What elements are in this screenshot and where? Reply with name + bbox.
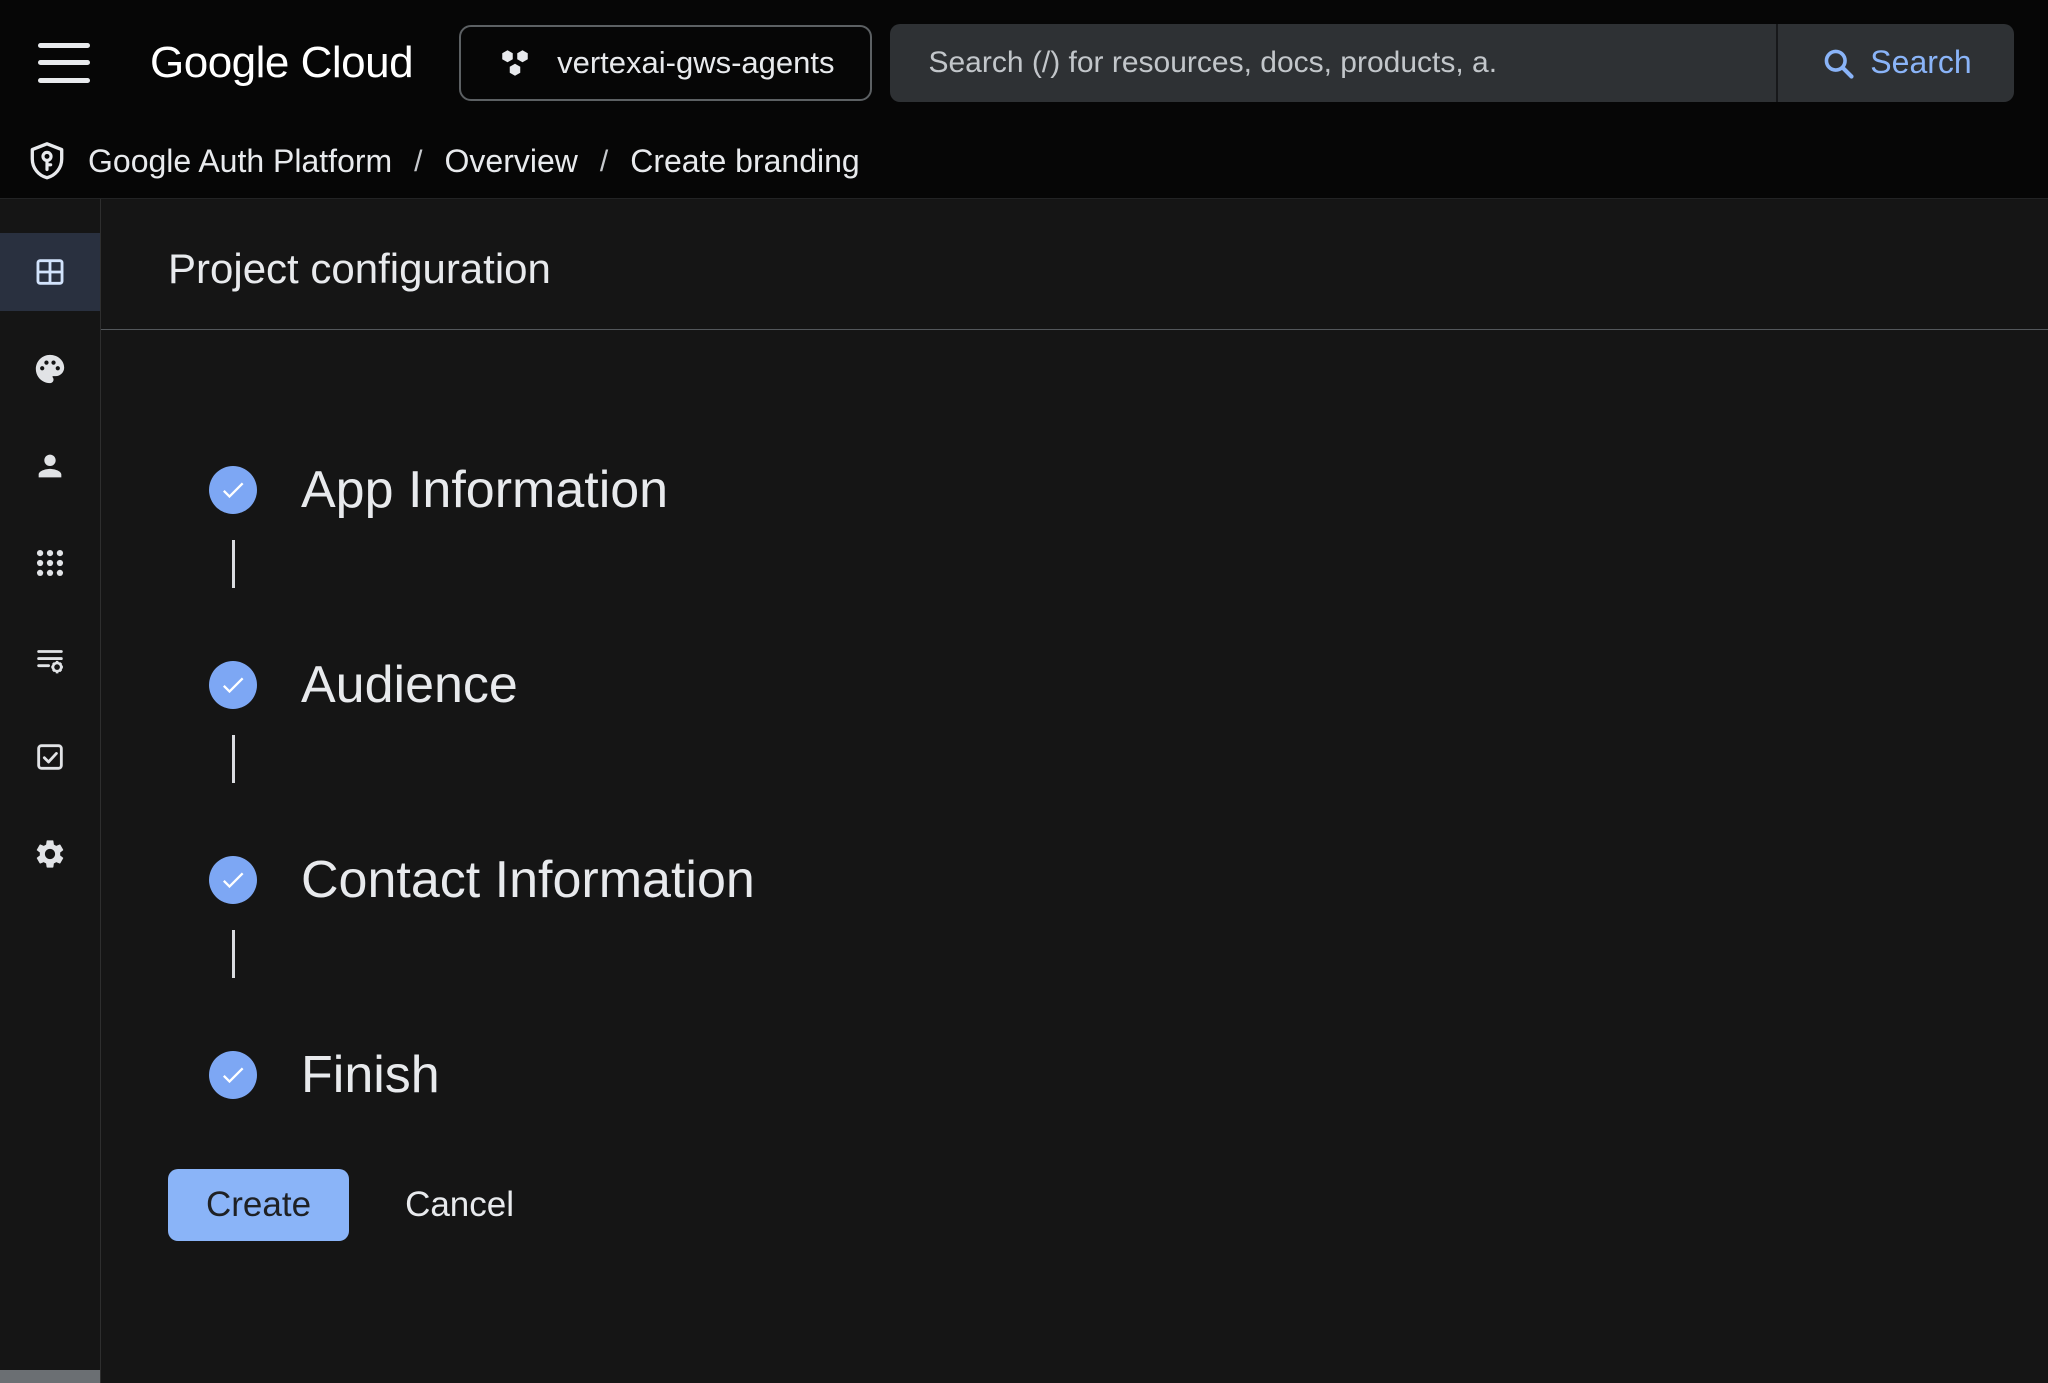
project-name: vertexai-gws-agents [557,45,834,81]
search-bar: Search (/) for resources, docs, products… [890,24,2014,102]
breadcrumb-google-auth-platform[interactable]: Google Auth Platform [88,143,392,180]
step-completed-check-icon [209,856,257,904]
page-title: Project configuration [168,245,2048,293]
sidebar-item-verification[interactable] [0,718,100,796]
sidebar-item-clients[interactable] [0,524,100,602]
search-placeholder: Search (/) for resources, docs, products… [928,46,1497,80]
step-label: Finish [301,1045,440,1105]
sidebar-item-settings[interactable] [0,815,100,893]
sidebar-item-data-access[interactable] [0,621,100,699]
create-button[interactable]: Create [168,1169,349,1241]
title-divider [101,329,2048,330]
main-content: Project configuration App Information Au… [101,199,2048,1383]
cancel-button[interactable]: Cancel [405,1185,514,1225]
google-cloud-console: Google Cloud vertexai-gws-agents Search … [0,0,2048,1383]
breadcrumb-separator: / [414,145,422,179]
step-completed-check-icon [209,1051,257,1099]
search-icon [1820,45,1856,81]
step-label: App Information [301,460,668,520]
apps-grid-icon [33,546,67,580]
hamburger-menu-icon [38,43,90,48]
sidebar-item-audience[interactable] [0,427,100,505]
form-actions: Create Cancel [168,1169,514,1241]
shield-key-icon [26,141,68,183]
gear-icon [33,837,67,871]
project-icon [497,45,533,81]
list-settings-icon [33,643,67,677]
topbar: Google Cloud vertexai-gws-agents Search … [0,0,2048,125]
step-connector [232,540,235,588]
dashboard-icon [33,255,67,289]
checkbox-icon [33,740,67,774]
sidebar-item-branding[interactable] [0,330,100,408]
step-app-information: App Information [209,460,755,520]
person-icon [33,449,67,483]
sidebar-item-overview[interactable] [0,233,100,311]
project-selector[interactable]: vertexai-gws-agents [459,25,872,101]
step-audience: Audience [209,655,755,715]
step-label: Audience [301,655,518,715]
step-completed-check-icon [209,661,257,709]
step-completed-check-icon [209,466,257,514]
step-connector [232,930,235,978]
search-button-label: Search [1870,44,1971,81]
step-contact-information: Contact Information [209,850,755,910]
google-cloud-logo[interactable]: Google Cloud [150,38,413,88]
breadcrumb: Google Auth Platform / Overview / Create… [0,125,2048,199]
breadcrumb-current-create-branding: Create branding [630,143,859,180]
step-finish: Finish [209,1045,755,1105]
search-input[interactable]: Search (/) for resources, docs, products… [890,24,1776,102]
main-menu-button[interactable] [38,41,92,85]
palette-icon [33,352,67,386]
left-nav [0,199,101,1383]
step-connector [232,735,235,783]
breadcrumb-separator: / [600,145,608,179]
breadcrumb-overview[interactable]: Overview [445,143,578,180]
search-button[interactable]: Search [1776,24,2014,102]
scrollbar-thumb[interactable] [0,1370,100,1383]
stepper: App Information Audience Contact Informa… [209,460,755,1105]
step-label: Contact Information [301,850,755,910]
